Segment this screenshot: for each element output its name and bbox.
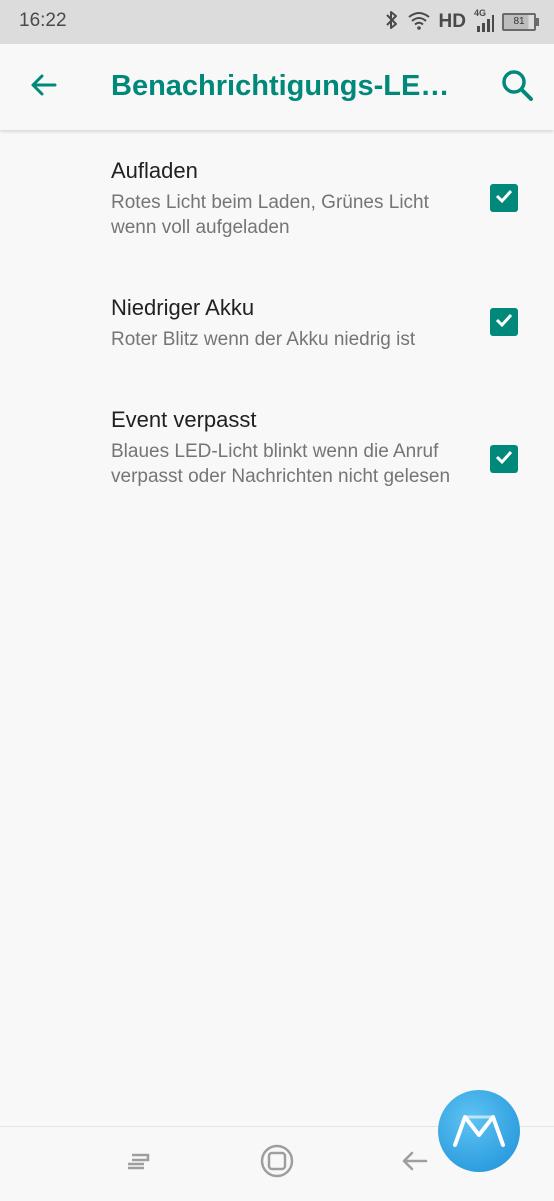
search-icon	[500, 68, 534, 107]
bluetooth-icon	[385, 9, 399, 36]
status-bar: 16:22 HD 4G 81	[0, 0, 554, 44]
page-title: Benachrichtigungs-LED…	[111, 70, 461, 102]
network-label: HD	[438, 11, 466, 32]
pref-summary: Roter Blitz wenn der Akku niedrig ist	[111, 329, 416, 350]
check-icon	[494, 310, 514, 335]
home-icon	[259, 1143, 295, 1184]
pref-title: Niedriger Akku	[111, 295, 255, 320]
pref-item-niedriger-akku[interactable]: Niedriger Akku Roter Blitz wenn der Akku…	[0, 280, 554, 380]
logo-watermark-icon	[438, 1090, 520, 1172]
app-bar: Benachrichtigungs-LED…	[0, 44, 554, 130]
status-icons: HD 4G 81	[385, 8, 539, 36]
back-button[interactable]	[20, 64, 66, 110]
battery-icon: 81	[502, 13, 539, 31]
checkbox-event-verpasst[interactable]	[490, 445, 518, 473]
check-icon	[494, 186, 514, 211]
arrow-back-icon	[28, 70, 58, 105]
back-icon	[399, 1149, 429, 1178]
recents-button[interactable]	[118, 1143, 158, 1183]
pref-summary: Rotes Licht beim Laden, Grünes Licht wen…	[111, 192, 429, 238]
recents-icon	[124, 1149, 152, 1178]
pref-summary: Blaues LED-Licht blinkt wenn die Anruf v…	[111, 441, 451, 487]
nav-back-button[interactable]	[394, 1143, 434, 1183]
status-time: 16:22	[19, 10, 67, 31]
home-button[interactable]	[257, 1143, 297, 1183]
pref-title: Event verpasst	[111, 407, 257, 432]
search-button[interactable]	[494, 64, 540, 110]
checkbox-aufladen[interactable]	[490, 184, 518, 212]
pref-title: Aufladen	[111, 158, 198, 183]
pref-item-aufladen[interactable]: Aufladen Rotes Licht beim Laden, Grünes …	[0, 140, 554, 260]
check-icon	[494, 447, 514, 472]
wifi-icon	[407, 10, 431, 35]
checkbox-niedriger-akku[interactable]	[490, 308, 518, 336]
pref-item-event-verpasst[interactable]: Event verpasst Blaues LED-Licht blinkt w…	[0, 392, 554, 532]
signal-icon: 4G	[474, 8, 494, 33]
